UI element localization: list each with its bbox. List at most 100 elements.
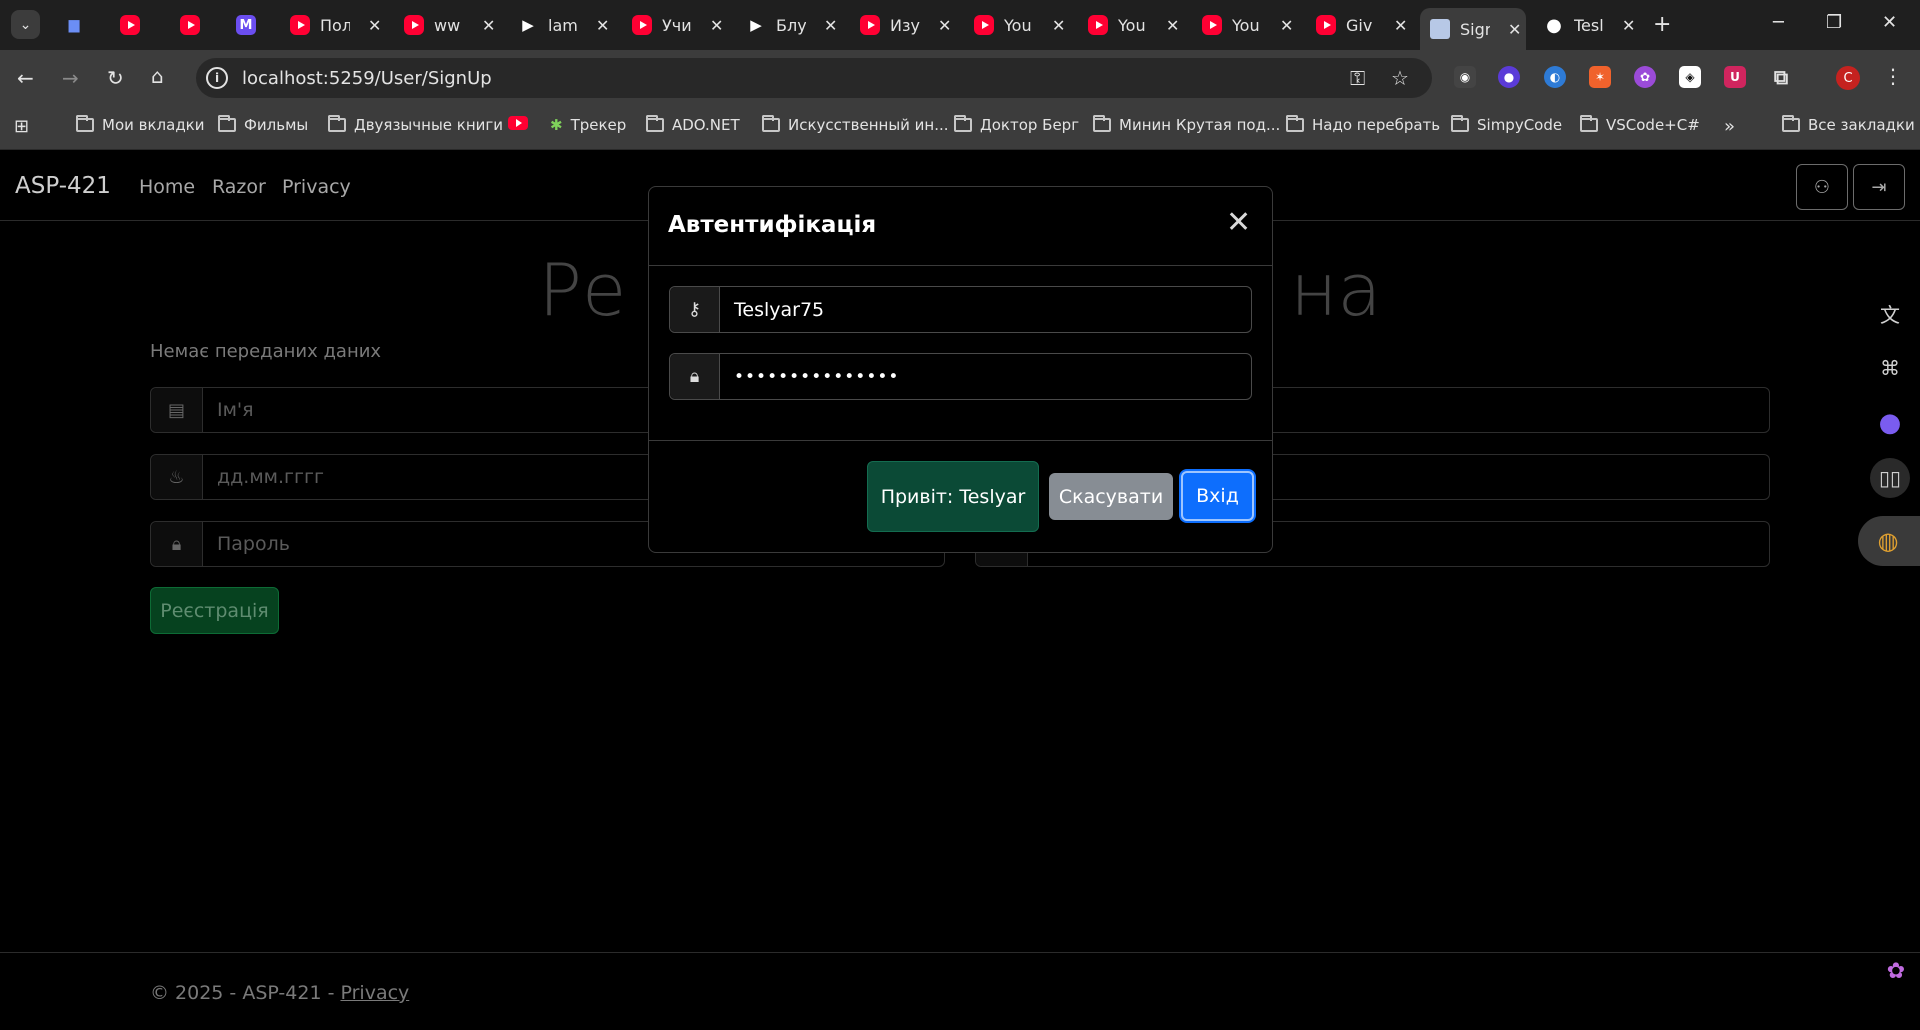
forward-icon[interactable]: → xyxy=(62,66,79,90)
close-icon[interactable]: ✕ xyxy=(1166,16,1179,35)
nav-razor[interactable]: Razor xyxy=(212,176,266,198)
tab-title: Блу xyxy=(776,15,806,35)
tab-1[interactable] xyxy=(110,8,140,42)
close-icon[interactable]: ✕ xyxy=(1394,16,1407,35)
profile-button[interactable]: ⚇ xyxy=(1796,164,1848,210)
footer-privacy-link[interactable]: Privacy xyxy=(340,982,409,1004)
register-button[interactable]: Реєстрація xyxy=(150,587,279,634)
footer: © 2025 - ASP-421 - Privacy xyxy=(150,982,409,1004)
tab-10[interactable]: You ✕ xyxy=(964,8,1065,42)
bookmark-item[interactable]: VSCode+C# xyxy=(1580,115,1700,134)
more-bookmarks-button[interactable]: » xyxy=(1724,116,1735,137)
extension-icon[interactable]: ● xyxy=(1870,403,1910,443)
tab-12[interactable]: You ✕ xyxy=(1192,8,1293,42)
bookmark-item[interactable]: Мои вкладки xyxy=(76,115,205,134)
modal-password-input[interactable]: ••••••••••••••• xyxy=(720,354,899,399)
all-bookmarks[interactable]: Все закладки xyxy=(1782,115,1915,134)
extension-icon[interactable]: ● xyxy=(1498,66,1520,88)
tab-title: Изу xyxy=(890,15,920,35)
close-icon[interactable]: ✕ xyxy=(1508,20,1521,39)
key-icon[interactable]: ⚿ xyxy=(1350,66,1365,90)
nav-home[interactable]: Home xyxy=(139,176,195,198)
extension-icon[interactable]: ◈ xyxy=(1679,66,1701,88)
bookmark-item[interactable] xyxy=(508,116,536,130)
globe-icon[interactable]: ◍ xyxy=(1868,521,1908,561)
name-input[interactable]: Ім'я xyxy=(203,388,254,432)
modal-login-field[interactable]: ⚷ Teslyar75 xyxy=(669,286,1252,333)
bookmark-item[interactable]: Доктор Берг xyxy=(954,115,1079,134)
close-icon[interactable]: ✕ xyxy=(824,16,837,35)
lock-icon: 🔒︎ xyxy=(151,522,203,566)
home-icon[interactable]: ⌂ xyxy=(151,64,164,88)
cake-icon: ♨ xyxy=(151,455,203,499)
birthdate-input[interactable]: дд.мм.гггг xyxy=(203,455,324,499)
modal-password-field[interactable]: 🔒︎ ••••••••••••••• xyxy=(669,353,1252,400)
url-text[interactable]: localhost:5259/User/SignUp xyxy=(242,68,492,89)
translate-icon[interactable]: 文 xyxy=(1870,293,1910,333)
tab-8[interactable]: ▶ Блу ✕ xyxy=(736,8,837,42)
tab-13[interactable]: Giv ✕ xyxy=(1306,8,1407,42)
avatar[interactable]: C xyxy=(1836,66,1860,90)
bookmark-item[interactable]: Минин Крутая под... xyxy=(1093,115,1280,134)
close-icon[interactable]: ✕ xyxy=(710,16,723,35)
tab-15[interactable]: ● Tesl ✕ xyxy=(1534,8,1635,42)
bookmark-item[interactable]: SimpyCode xyxy=(1451,115,1562,134)
bookmark-item[interactable]: ✱ Трекер xyxy=(550,116,626,134)
password-input[interactable]: Пароль xyxy=(203,522,290,566)
restore-button[interactable]: ❐ xyxy=(1826,12,1842,33)
site-brand[interactable]: ASP-421 xyxy=(15,173,111,199)
bookmark-item[interactable]: Фильмы xyxy=(218,115,309,134)
reload-icon[interactable]: ↻ xyxy=(107,66,124,90)
tab-4[interactable]: Пол ✕ xyxy=(280,8,381,42)
tab-3[interactable]: M xyxy=(226,8,256,42)
tab-5[interactable]: ww ✕ xyxy=(394,8,495,42)
login-button[interactable]: ⇥ xyxy=(1853,164,1905,210)
cancel-button[interactable]: Скасувати xyxy=(1049,473,1173,520)
tab-14-active[interactable]: Sigr ✕ xyxy=(1420,8,1526,50)
extension-icon[interactable]: ◉ xyxy=(1454,66,1476,88)
brain-icon[interactable]: ✿ xyxy=(1634,66,1656,88)
reader-icon[interactable]: ▯▯ xyxy=(1870,458,1910,498)
close-window-button[interactable]: ✕ xyxy=(1882,12,1897,33)
close-icon[interactable]: ✕ xyxy=(1052,16,1065,35)
new-tab-button[interactable]: + xyxy=(1653,12,1671,37)
site-info-icon[interactable]: i xyxy=(206,67,228,89)
close-icon[interactable]: ✕ xyxy=(596,16,609,35)
close-icon[interactable]: ✕ xyxy=(368,16,381,35)
command-icon[interactable]: ⌘ xyxy=(1870,348,1910,388)
bookmark-item[interactable]: Двуязычные книги xyxy=(328,115,504,134)
close-icon[interactable]: ✕ xyxy=(1280,16,1293,35)
close-icon[interactable]: ✕ xyxy=(938,16,951,35)
tab-9[interactable]: Изу ✕ xyxy=(850,8,951,42)
menu-icon[interactable]: ⋮ xyxy=(1883,64,1903,88)
shield-icon[interactable]: U xyxy=(1724,66,1746,88)
back-icon[interactable]: ← xyxy=(17,66,34,90)
bookmark-label: Двуязычные книги xyxy=(354,116,504,134)
modal-login-button[interactable]: Вхід xyxy=(1181,471,1254,521)
modal-close-icon[interactable]: ✕ xyxy=(1226,208,1251,238)
tab-2[interactable] xyxy=(170,8,200,42)
modal-login-input[interactable]: Teslyar75 xyxy=(720,287,824,332)
apps-icon[interactable]: ⊞ xyxy=(14,116,29,137)
bookmark-item[interactable]: Надо перебрать xyxy=(1286,115,1440,134)
greeting-button[interactable]: Привіт: Teslyar xyxy=(867,461,1039,532)
bookmark-item[interactable]: ADO.NET xyxy=(646,115,740,134)
extension-icon[interactable]: ◐ xyxy=(1544,66,1566,88)
close-icon[interactable]: ✕ xyxy=(482,16,495,35)
tab-title: Tesl xyxy=(1574,15,1604,35)
nav-privacy[interactable]: Privacy xyxy=(282,176,351,198)
extension-icon[interactable]: ✶ xyxy=(1589,66,1611,88)
puzzle-icon[interactable]: ⧉ xyxy=(1770,65,1792,89)
bookmark-label: Фильмы xyxy=(244,116,309,134)
minimize-button[interactable]: ─ xyxy=(1773,12,1784,33)
id-card-icon: ▤ xyxy=(151,388,203,432)
tab-7[interactable]: Учи ✕ xyxy=(622,8,723,42)
tab-6[interactable]: ▶ lam ✕ xyxy=(508,8,609,42)
star-icon[interactable]: ☆ xyxy=(1391,66,1409,90)
tab-search-button[interactable]: ⌄ xyxy=(11,10,40,39)
brain-icon[interactable]: ✿ xyxy=(1876,951,1916,991)
tab-0[interactable]: ▆ xyxy=(54,8,84,42)
close-icon[interactable]: ✕ xyxy=(1622,16,1635,35)
bookmark-item[interactable]: Искусственный ин... xyxy=(762,115,949,134)
tab-11[interactable]: You ✕ xyxy=(1078,8,1179,42)
